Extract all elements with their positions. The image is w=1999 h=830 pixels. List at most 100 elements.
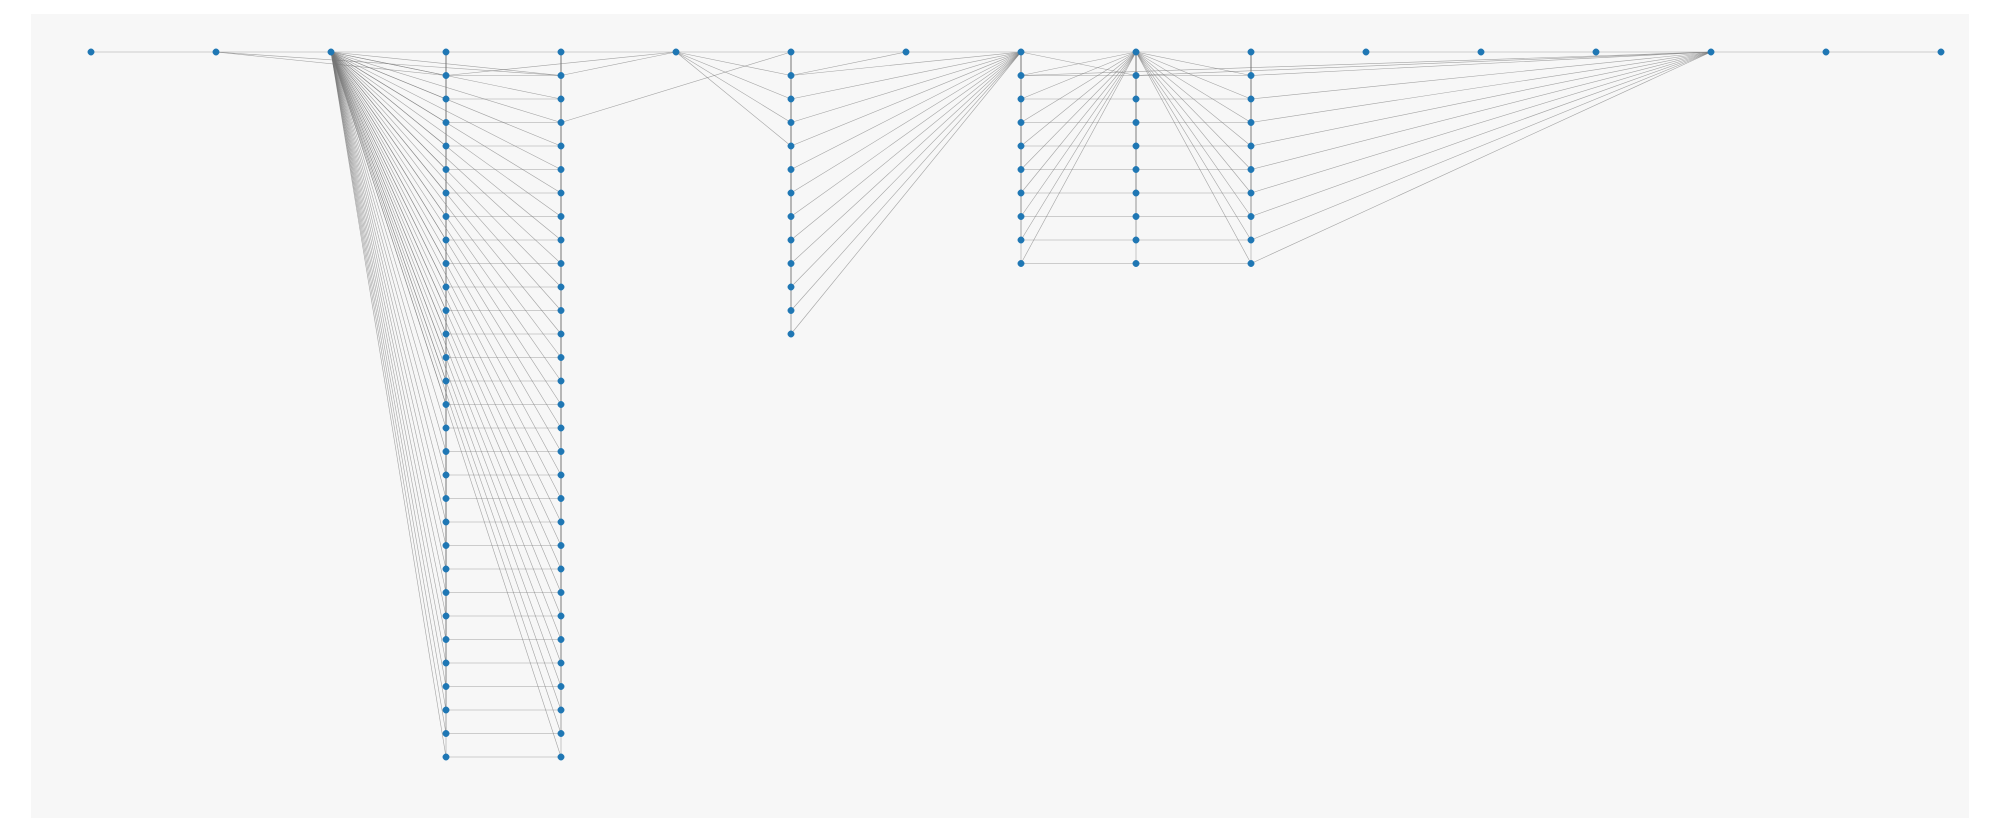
graph-node[interactable]	[1018, 49, 1024, 55]
graph-node[interactable]	[1018, 119, 1024, 125]
graph-node[interactable]	[558, 190, 564, 196]
graph-node[interactable]	[443, 401, 449, 407]
graph-node[interactable]	[788, 213, 794, 219]
graph-node[interactable]	[1248, 143, 1254, 149]
graph-node[interactable]	[1018, 237, 1024, 243]
graph-node[interactable]	[558, 237, 564, 243]
graph-node[interactable]	[558, 72, 564, 78]
graph-node[interactable]	[1478, 49, 1484, 55]
graph-node[interactable]	[558, 260, 564, 266]
graph-node[interactable]	[558, 730, 564, 736]
graph-node[interactable]	[788, 49, 794, 55]
graph-node[interactable]	[443, 190, 449, 196]
graph-node[interactable]	[558, 589, 564, 595]
graph-node[interactable]	[1248, 166, 1254, 172]
graph-node[interactable]	[788, 96, 794, 102]
graph-node[interactable]	[443, 49, 449, 55]
graph-node[interactable]	[443, 284, 449, 290]
graph-node[interactable]	[558, 96, 564, 102]
graph-node[interactable]	[788, 260, 794, 266]
graph-node[interactable]	[443, 119, 449, 125]
graph-node[interactable]	[558, 166, 564, 172]
graph-node[interactable]	[1823, 49, 1829, 55]
graph-node[interactable]	[1133, 49, 1139, 55]
graph-node[interactable]	[443, 143, 449, 149]
graph-node[interactable]	[443, 730, 449, 736]
graph-node[interactable]	[443, 260, 449, 266]
graph-node[interactable]	[443, 237, 449, 243]
graph-node[interactable]	[558, 354, 564, 360]
graph-node[interactable]	[558, 542, 564, 548]
graph-node[interactable]	[443, 72, 449, 78]
graph-node[interactable]	[1363, 49, 1369, 55]
graph-node[interactable]	[1133, 96, 1139, 102]
graph-node[interactable]	[1133, 190, 1139, 196]
graph-node[interactable]	[443, 613, 449, 619]
graph-node[interactable]	[673, 49, 679, 55]
graph-node[interactable]	[1248, 213, 1254, 219]
graph-node[interactable]	[558, 636, 564, 642]
graph-node[interactable]	[558, 448, 564, 454]
graph-node[interactable]	[328, 49, 334, 55]
graph-node[interactable]	[443, 660, 449, 666]
graph-node[interactable]	[558, 566, 564, 572]
graph-node[interactable]	[443, 683, 449, 689]
graph-node[interactable]	[1938, 49, 1944, 55]
graph-node[interactable]	[558, 472, 564, 478]
graph-node[interactable]	[443, 354, 449, 360]
graph-node[interactable]	[1018, 190, 1024, 196]
graph-node[interactable]	[1018, 166, 1024, 172]
graph-node[interactable]	[1133, 143, 1139, 149]
graph-node[interactable]	[1018, 143, 1024, 149]
graph-node[interactable]	[443, 378, 449, 384]
graph-node[interactable]	[443, 707, 449, 713]
graph-node[interactable]	[788, 119, 794, 125]
graph-node[interactable]	[788, 166, 794, 172]
graph-node[interactable]	[1248, 72, 1254, 78]
graph-node[interactable]	[443, 754, 449, 760]
graph-node[interactable]	[1248, 96, 1254, 102]
graph-node[interactable]	[1018, 260, 1024, 266]
graph-node[interactable]	[443, 542, 449, 548]
graph-node[interactable]	[1708, 49, 1714, 55]
graph-node[interactable]	[88, 49, 94, 55]
graph-node[interactable]	[1248, 49, 1254, 55]
graph-node[interactable]	[558, 331, 564, 337]
graph-node[interactable]	[1248, 260, 1254, 266]
graph-node[interactable]	[1133, 72, 1139, 78]
graph-node[interactable]	[1018, 96, 1024, 102]
graph-node[interactable]	[558, 613, 564, 619]
graph-node[interactable]	[443, 566, 449, 572]
graph-node[interactable]	[558, 683, 564, 689]
graph-node[interactable]	[1133, 213, 1139, 219]
graph-node[interactable]	[1133, 237, 1139, 243]
graph-node[interactable]	[443, 213, 449, 219]
graph-node[interactable]	[558, 213, 564, 219]
graph-node[interactable]	[1133, 119, 1139, 125]
graph-node[interactable]	[558, 707, 564, 713]
graph-node[interactable]	[558, 49, 564, 55]
graph-node[interactable]	[1018, 213, 1024, 219]
graph-node[interactable]	[558, 119, 564, 125]
graph-node[interactable]	[788, 237, 794, 243]
graph-node[interactable]	[788, 284, 794, 290]
graph-node[interactable]	[788, 307, 794, 313]
graph-node[interactable]	[788, 72, 794, 78]
graph-node[interactable]	[788, 143, 794, 149]
graph-node[interactable]	[558, 519, 564, 525]
graph-node[interactable]	[1133, 260, 1139, 266]
graph-node[interactable]	[903, 49, 909, 55]
graph-node[interactable]	[213, 49, 219, 55]
graph-node[interactable]	[1593, 49, 1599, 55]
graph-node[interactable]	[443, 495, 449, 501]
graph-node[interactable]	[558, 754, 564, 760]
graph-node[interactable]	[1248, 190, 1254, 196]
graph-node[interactable]	[443, 331, 449, 337]
graph-node[interactable]	[443, 636, 449, 642]
graph-node[interactable]	[1133, 166, 1139, 172]
graph-node[interactable]	[558, 284, 564, 290]
graph-node[interactable]	[443, 448, 449, 454]
graph-node[interactable]	[1018, 72, 1024, 78]
graph-node[interactable]	[558, 378, 564, 384]
graph-node[interactable]	[443, 307, 449, 313]
